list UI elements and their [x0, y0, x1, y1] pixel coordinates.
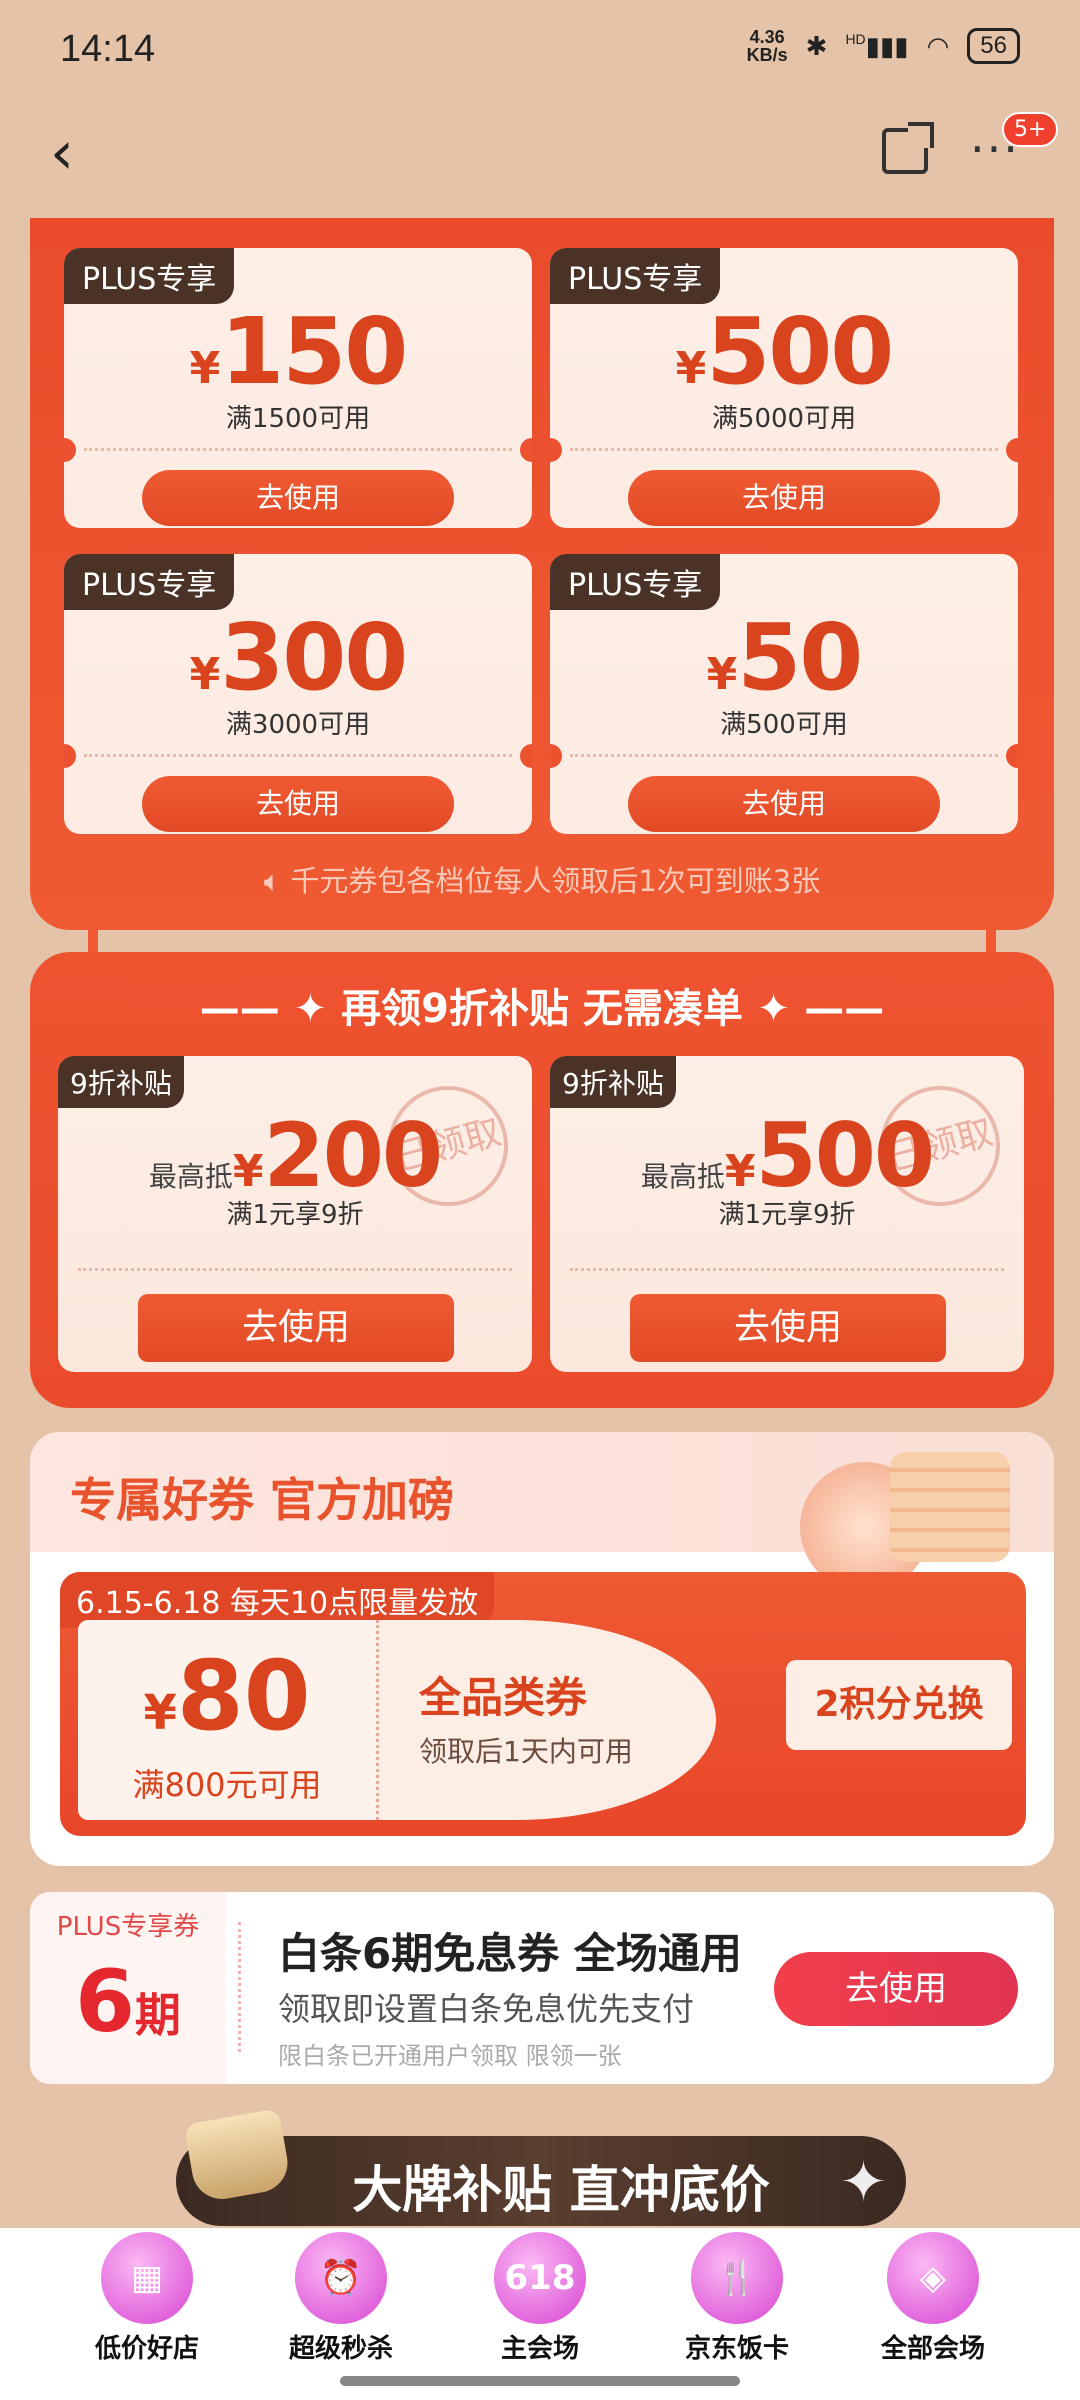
- coupon-validity: 领取后1天内可用: [419, 1735, 633, 1768]
- coupon-amount: ¥150: [189, 298, 409, 405]
- sparkle-icon: ✦: [840, 2150, 887, 2215]
- coupon-amount: ¥500: [675, 298, 895, 405]
- nav-label: 超级秒杀: [288, 2334, 393, 2364]
- status-time: 14:14: [60, 28, 156, 70]
- use-coupon-button[interactable]: 去使用: [628, 776, 940, 832]
- coupon-amount: ¥50: [706, 604, 864, 711]
- divider: [570, 448, 998, 451]
- divider: [78, 1268, 512, 1271]
- coupon-condition: 满5000可用: [711, 404, 857, 434]
- use-coupon-button[interactable]: 去使用: [138, 1294, 454, 1362]
- nav-label: 京东饭卡: [684, 2334, 789, 2364]
- store-icon: ▦: [101, 2232, 193, 2324]
- use-coupon-button[interactable]: 去使用: [142, 776, 454, 832]
- coupon-condition: 满800元可用: [132, 1766, 322, 1804]
- plus-coupon-section: PLUS专享 ¥150 满1500可用 去使用 PLUS专享 ¥500 满500…: [30, 218, 1054, 930]
- section-title: 专属好券 官方加磅: [70, 1473, 455, 1527]
- divider: [84, 754, 512, 757]
- divider: [570, 1268, 1004, 1271]
- coupon-amount: ¥300: [189, 604, 409, 711]
- coupon-title: 全品类券: [419, 1673, 588, 1722]
- notification-badge: 5+: [1002, 112, 1059, 147]
- discount-tag: 9折补贴: [550, 1056, 676, 1108]
- coupon-value-area: ¥80 满800元可用: [78, 1620, 376, 1820]
- use-coupon-button[interactable]: 去使用: [142, 470, 454, 526]
- plus-coupon-card: PLUS专享 ¥50 满500可用 去使用: [550, 554, 1018, 834]
- grid-icon: ◈: [887, 2232, 979, 2324]
- nav-label: 全部会场: [880, 2334, 985, 2364]
- coupon-title: 白条6期免息券 全场通用: [278, 1929, 742, 1978]
- coupon-note: 限白条已开通用户领取 限领一张: [278, 2042, 622, 2070]
- signal-icon: HD▮▮▮: [845, 30, 909, 61]
- alarm-clock-icon: ⏰: [295, 2232, 387, 2324]
- home-indicator[interactable]: [340, 2376, 740, 2386]
- plus-tag: PLUS专享: [550, 248, 721, 304]
- battery-icon: 56: [967, 28, 1020, 64]
- coupon-condition: 满500可用: [720, 710, 848, 740]
- status-bar: 14:14 4.36 KB/s ✱ HD▮▮▮ ◠ 56: [0, 0, 1080, 100]
- use-coupon-button[interactable]: 去使用: [774, 1952, 1018, 2026]
- coupon-subtitle: 领取即设置白条免息优先支付: [278, 1990, 695, 2028]
- coupon-amount: 最高抵¥200: [148, 1104, 443, 1207]
- discount-tag: 9折补贴: [58, 1056, 184, 1108]
- nav-item-meal-card[interactable]: 🍴 京东饭卡: [662, 2232, 812, 2365]
- plus-coupon-card: PLUS专享 ¥500 满5000可用 去使用: [550, 248, 1018, 528]
- divider: [238, 1922, 241, 2052]
- top-nav-bar: ‹ ··· 5+: [0, 100, 1080, 210]
- share-icon[interactable]: [882, 122, 934, 174]
- installment-period: 6期: [75, 1952, 181, 2052]
- section-title: —— ✦ 再领9折补贴 无需凑单 ✦ ——: [199, 986, 885, 1032]
- discount-coupon-card: 9折补贴 已领取 最高抵¥500 满1元享9折 去使用: [550, 1056, 1024, 1372]
- coupon-condition: 满3000可用: [225, 710, 371, 740]
- coin-stack-decoration: [890, 1452, 1010, 1562]
- coupon-amount: 最高抵¥500: [640, 1104, 935, 1207]
- coupon-info-area: 全品类券 领取后1天内可用: [376, 1620, 716, 1820]
- network-speed: 4.36 KB/s: [746, 27, 788, 65]
- nav-item-low-price-store[interactable]: ▦ 低价好店: [72, 2232, 222, 2365]
- 618-icon: 618: [494, 2232, 586, 2324]
- plus-coupon-card: PLUS专享 ¥150 满1500可用 去使用: [64, 248, 532, 528]
- baitiao-coupon-card: PLUS专享券 6期 白条6期免息券 全场通用 领取即设置白条免息优先支付 限白…: [30, 1892, 1054, 2084]
- plus-tag: PLUS专享: [64, 248, 235, 304]
- nav-item-main-venue[interactable]: 618 主会场: [465, 2232, 615, 2365]
- fork-knife-icon: 🍴: [691, 2232, 783, 2324]
- discount-subsidy-section: —— ✦ 再领9折补贴 无需凑单 ✦ —— 9折补贴 已领取 最高抵¥200 满…: [30, 952, 1054, 1408]
- divider: [570, 754, 998, 757]
- coupon-condition: 满1元享9折: [226, 1200, 364, 1230]
- plus-notice: 🔈︎ 千元券包各档位每人领取后1次可到账3张: [263, 864, 821, 898]
- nav-item-all-venues[interactable]: ◈ 全部会场: [858, 2232, 1008, 2365]
- points-coupon-card: 6.15-6.18 每天10点限量发放 ¥80 满800元可用 全品类券 领取后…: [60, 1572, 1026, 1836]
- wifi-icon: ◠: [926, 30, 950, 61]
- bluetooth-icon: ✱: [805, 30, 828, 61]
- exclusive-coupon-section: 专属好券 官方加磅 6.15-6.18 每天10点限量发放 ¥80 满800元可…: [30, 1432, 1054, 1866]
- nav-item-flash-sale[interactable]: ⏰ 超级秒杀: [266, 2232, 416, 2365]
- status-icons: 4.36 KB/s ✱ HD▮▮▮ ◠ 56: [747, 28, 1020, 64]
- coupon-condition: 满1500可用: [225, 404, 371, 434]
- redeem-points-button[interactable]: 2积分兑换: [786, 1660, 1012, 1750]
- divider: [84, 448, 512, 451]
- exclusive-header: 专属好券 官方加磅: [30, 1432, 1054, 1592]
- installment-area: PLUS专享券 6期: [30, 1892, 226, 2084]
- plus-coupon-tag: PLUS专享券: [56, 1912, 200, 1942]
- plus-tag: PLUS专享: [64, 554, 235, 610]
- use-coupon-button[interactable]: 去使用: [630, 1294, 946, 1362]
- back-arrow-icon[interactable]: ‹: [50, 123, 74, 183]
- speaker-icon: 🔈︎: [263, 864, 291, 898]
- plus-coupon-card: PLUS专享 ¥300 满3000可用 去使用: [64, 554, 532, 834]
- coupon-condition: 满1元享9折: [718, 1200, 856, 1230]
- use-coupon-button[interactable]: 去使用: [628, 470, 940, 526]
- nav-label: 低价好店: [94, 2334, 199, 2364]
- plus-tag: PLUS专享: [550, 554, 721, 610]
- coupon-amount: ¥80: [143, 1640, 311, 1752]
- nav-label: 主会场: [500, 2334, 579, 2364]
- discount-coupon-card: 9折补贴 已领取 最高抵¥200 满1元享9折 去使用: [58, 1056, 532, 1372]
